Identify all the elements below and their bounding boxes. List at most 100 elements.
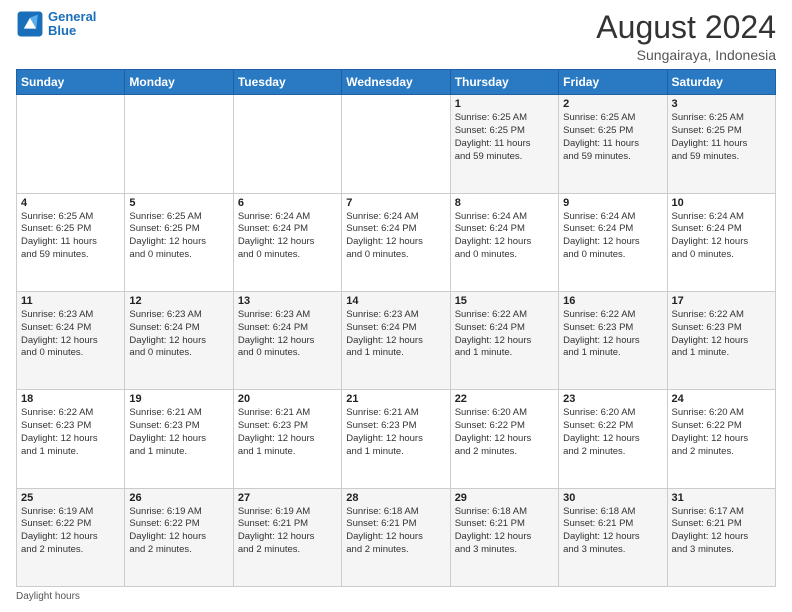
footer-note-text: Daylight hours xyxy=(16,591,80,602)
day-info: Sunrise: 6:24 AM Sunset: 6:24 PM Dayligh… xyxy=(672,211,771,262)
day-info: Sunrise: 6:22 AM Sunset: 6:23 PM Dayligh… xyxy=(563,309,662,360)
calendar-cell: 4 Sunrise: 6:25 AM Sunset: 6:25 PM Daylig… xyxy=(17,193,125,291)
calendar-week-4: 25 Sunrise: 6:19 AM Sunset: 6:22 PM Dayli… xyxy=(17,488,776,586)
calendar-cell: 16 Sunrise: 6:22 AM Sunset: 6:23 PM Dayli… xyxy=(559,291,667,389)
day-number: 24 xyxy=(672,393,771,405)
calendar-cell: 18 Sunrise: 6:22 AM Sunset: 6:23 PM Dayli… xyxy=(17,390,125,488)
calendar-cell xyxy=(125,95,233,193)
day-info: Sunrise: 6:19 AM Sunset: 6:21 PM Dayligh… xyxy=(238,506,337,557)
calendar-header-thursday: Thursday xyxy=(450,70,558,95)
day-number: 10 xyxy=(672,197,771,209)
day-number: 30 xyxy=(563,492,662,504)
day-info: Sunrise: 6:25 AM Sunset: 6:25 PM Dayligh… xyxy=(21,211,120,262)
day-number: 6 xyxy=(238,197,337,209)
calendar-cell: 21Sunrise: 6:21 AM Sunset: 6:23 PM Dayli… xyxy=(342,390,450,488)
day-info: Sunrise: 6:18 AM Sunset: 6:21 PM Dayligh… xyxy=(346,506,445,557)
day-info: Sunrise: 6:25 AM Sunset: 6:25 PM Dayligh… xyxy=(455,112,554,163)
calendar-cell: 9Sunrise: 6:24 AM Sunset: 6:24 PM Daylig… xyxy=(559,193,667,291)
day-info: Sunrise: 6:21 AM Sunset: 6:23 PM Dayligh… xyxy=(346,407,445,458)
day-number: 29 xyxy=(455,492,554,504)
calendar-cell: 29 Sunrise: 6:18 AM Sunset: 6:21 PM Dayli… xyxy=(450,488,558,586)
day-number: 13 xyxy=(238,295,337,307)
calendar-cell xyxy=(17,95,125,193)
day-number: 1 xyxy=(455,98,554,110)
calendar-cell: 8 Sunrise: 6:24 AM Sunset: 6:24 PM Daylig… xyxy=(450,193,558,291)
day-number: 22 xyxy=(455,393,554,405)
calendar-header-saturday: Saturday xyxy=(667,70,775,95)
day-number: 7 xyxy=(346,197,445,209)
calendar-cell: 26Sunrise: 6:19 AM Sunset: 6:22 PM Dayli… xyxy=(125,488,233,586)
day-number: 31 xyxy=(672,492,771,504)
month-year: August 2024 xyxy=(596,10,776,45)
logo-text: General Blue xyxy=(48,10,96,39)
calendar-header-monday: Monday xyxy=(125,70,233,95)
location: Sungairaya, Indonesia xyxy=(596,47,776,63)
calendar-cell: 12Sunrise: 6:23 AM Sunset: 6:24 PM Dayli… xyxy=(125,291,233,389)
calendar-cell: 10 Sunrise: 6:24 AM Sunset: 6:24 PM Dayli… xyxy=(667,193,775,291)
day-info: Sunrise: 6:21 AM Sunset: 6:23 PM Dayligh… xyxy=(129,407,228,458)
calendar-header-tuesday: Tuesday xyxy=(233,70,341,95)
calendar-cell: 28 Sunrise: 6:18 AM Sunset: 6:21 PM Dayli… xyxy=(342,488,450,586)
calendar-week-1: 4 Sunrise: 6:25 AM Sunset: 6:25 PM Daylig… xyxy=(17,193,776,291)
logo-line2: Blue xyxy=(48,23,76,38)
day-info: Sunrise: 6:23 AM Sunset: 6:24 PM Dayligh… xyxy=(21,309,120,360)
day-info: Sunrise: 6:23 AM Sunset: 6:24 PM Dayligh… xyxy=(346,309,445,360)
calendar: SundayMondayTuesdayWednesdayThursdayFrid… xyxy=(16,69,776,587)
top-section: General Blue August 2024 Sungairaya, Ind… xyxy=(16,10,776,63)
day-number: 5 xyxy=(129,197,228,209)
day-info: Sunrise: 6:24 AM Sunset: 6:24 PM Dayligh… xyxy=(563,211,662,262)
day-number: 17 xyxy=(672,295,771,307)
calendar-cell: 14Sunrise: 6:23 AM Sunset: 6:24 PM Dayli… xyxy=(342,291,450,389)
logo-icon xyxy=(16,10,44,38)
day-number: 8 xyxy=(455,197,554,209)
day-info: Sunrise: 6:24 AM Sunset: 6:24 PM Dayligh… xyxy=(455,211,554,262)
day-number: 19 xyxy=(129,393,228,405)
calendar-cell: 2Sunrise: 6:25 AM Sunset: 6:25 PM Daylig… xyxy=(559,95,667,193)
day-info: Sunrise: 6:18 AM Sunset: 6:21 PM Dayligh… xyxy=(455,506,554,557)
calendar-header-sunday: Sunday xyxy=(17,70,125,95)
day-info: Sunrise: 6:25 AM Sunset: 6:25 PM Dayligh… xyxy=(129,211,228,262)
day-info: Sunrise: 6:25 AM Sunset: 6:25 PM Dayligh… xyxy=(672,112,771,163)
calendar-cell: 25 Sunrise: 6:19 AM Sunset: 6:22 PM Dayli… xyxy=(17,488,125,586)
day-info: Sunrise: 6:21 AM Sunset: 6:23 PM Dayligh… xyxy=(238,407,337,458)
calendar-cell: 11 Sunrise: 6:23 AM Sunset: 6:24 PM Dayli… xyxy=(17,291,125,389)
calendar-week-3: 18 Sunrise: 6:22 AM Sunset: 6:23 PM Dayli… xyxy=(17,390,776,488)
day-info: Sunrise: 6:23 AM Sunset: 6:24 PM Dayligh… xyxy=(238,309,337,360)
day-number: 15 xyxy=(455,295,554,307)
day-number: 23 xyxy=(563,393,662,405)
calendar-cell xyxy=(342,95,450,193)
day-info: Sunrise: 6:22 AM Sunset: 6:24 PM Dayligh… xyxy=(455,309,554,360)
calendar-cell: 7 Sunrise: 6:24 AM Sunset: 6:24 PM Daylig… xyxy=(342,193,450,291)
calendar-cell: 1 Sunrise: 6:25 AM Sunset: 6:25 PM Daylig… xyxy=(450,95,558,193)
day-number: 25 xyxy=(21,492,120,504)
day-number: 11 xyxy=(21,295,120,307)
day-number: 18 xyxy=(21,393,120,405)
calendar-cell: 27Sunrise: 6:19 AM Sunset: 6:21 PM Dayli… xyxy=(233,488,341,586)
day-number: 28 xyxy=(346,492,445,504)
day-number: 26 xyxy=(129,492,228,504)
day-info: Sunrise: 6:20 AM Sunset: 6:22 PM Dayligh… xyxy=(672,407,771,458)
calendar-cell: 31 Sunrise: 6:17 AM Sunset: 6:21 PM Dayli… xyxy=(667,488,775,586)
calendar-cell: 5 Sunrise: 6:25 AM Sunset: 6:25 PM Daylig… xyxy=(125,193,233,291)
calendar-cell: 24 Sunrise: 6:20 AM Sunset: 6:22 PM Dayli… xyxy=(667,390,775,488)
day-info: Sunrise: 6:22 AM Sunset: 6:23 PM Dayligh… xyxy=(21,407,120,458)
day-number: 12 xyxy=(129,295,228,307)
calendar-cell: 22Sunrise: 6:20 AM Sunset: 6:22 PM Dayli… xyxy=(450,390,558,488)
calendar-cell xyxy=(233,95,341,193)
day-info: Sunrise: 6:17 AM Sunset: 6:21 PM Dayligh… xyxy=(672,506,771,557)
day-number: 4 xyxy=(21,197,120,209)
title-block: August 2024 Sungairaya, Indonesia xyxy=(596,10,776,63)
calendar-cell: 3 Sunrise: 6:25 AM Sunset: 6:25 PM Daylig… xyxy=(667,95,775,193)
calendar-cell: 23Sunrise: 6:20 AM Sunset: 6:22 PM Dayli… xyxy=(559,390,667,488)
day-number: 16 xyxy=(563,295,662,307)
calendar-cell: 6Sunrise: 6:24 AM Sunset: 6:24 PM Daylig… xyxy=(233,193,341,291)
calendar-week-2: 11 Sunrise: 6:23 AM Sunset: 6:24 PM Dayli… xyxy=(17,291,776,389)
calendar-header-row: SundayMondayTuesdayWednesdayThursdayFrid… xyxy=(17,70,776,95)
day-info: Sunrise: 6:25 AM Sunset: 6:25 PM Dayligh… xyxy=(563,112,662,163)
calendar-header-friday: Friday xyxy=(559,70,667,95)
day-number: 3 xyxy=(672,98,771,110)
day-info: Sunrise: 6:22 AM Sunset: 6:23 PM Dayligh… xyxy=(672,309,771,360)
day-info: Sunrise: 6:24 AM Sunset: 6:24 PM Dayligh… xyxy=(346,211,445,262)
calendar-cell: 19 Sunrise: 6:21 AM Sunset: 6:23 PM Dayli… xyxy=(125,390,233,488)
day-info: Sunrise: 6:19 AM Sunset: 6:22 PM Dayligh… xyxy=(21,506,120,557)
